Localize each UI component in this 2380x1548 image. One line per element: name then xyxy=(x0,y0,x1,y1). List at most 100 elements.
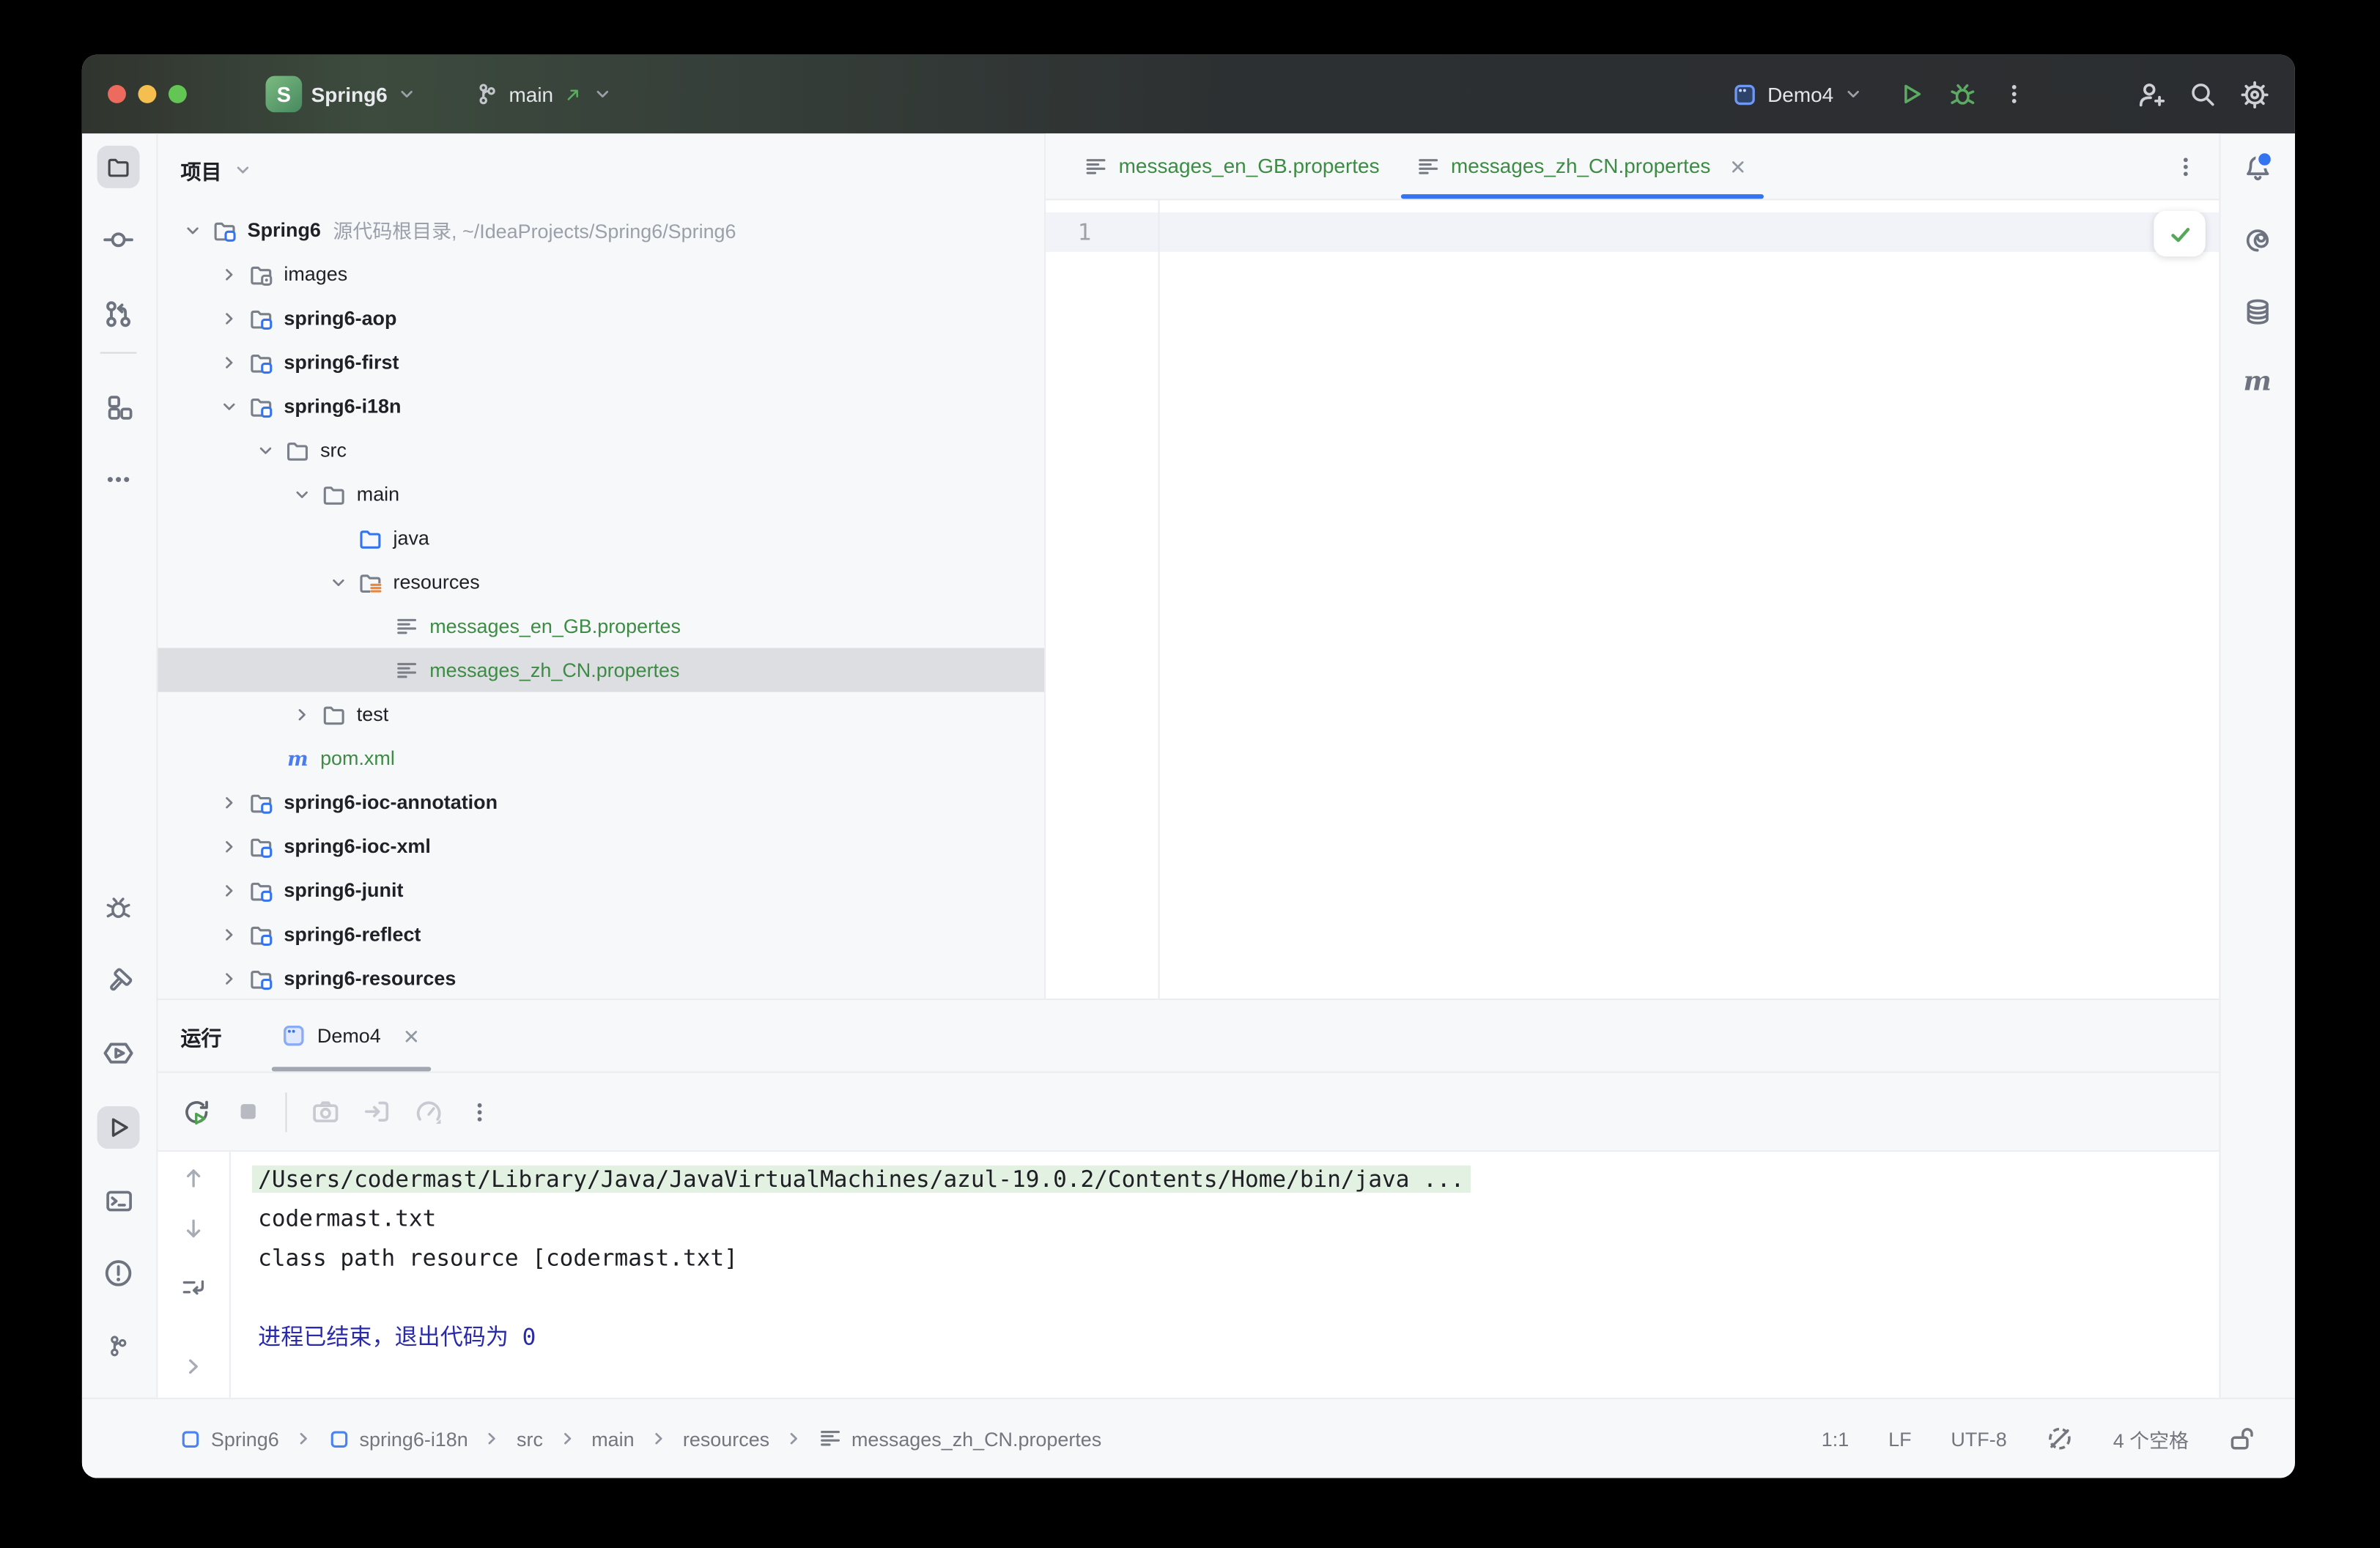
sidebar-item-ai-assistant[interactable] xyxy=(2236,218,2278,261)
run-tab-label: Demo4 xyxy=(317,1024,381,1047)
chevron-down-icon xyxy=(232,158,254,179)
attach-button[interactable] xyxy=(355,1090,398,1133)
sidebar-item-notifications[interactable] xyxy=(2236,146,2278,188)
sidebar-item-version-control[interactable] xyxy=(97,1325,140,1367)
breadcrumb-item-src[interactable]: src xyxy=(517,1427,543,1450)
debug-button[interactable] xyxy=(1940,71,1985,116)
sidebar-item-structure[interactable] xyxy=(97,385,140,428)
sidebar-item-terminal[interactable] xyxy=(97,1179,140,1221)
chevron-right-icon[interactable] xyxy=(212,791,246,812)
chevron-down-icon[interactable] xyxy=(212,396,246,417)
chevron-right-icon[interactable] xyxy=(212,352,246,373)
breadcrumb-item-spring6[interactable]: Spring6 xyxy=(179,1427,278,1450)
run-panel: 运行 Demo4 /Users/codermast/Library/Java/J… xyxy=(158,999,2219,1398)
tab-options-kebab-icon[interactable] xyxy=(2173,154,2198,178)
breadcrumb-item-resources[interactable]: resources xyxy=(683,1427,769,1450)
caret-position[interactable]: 1:1 xyxy=(1822,1427,1849,1450)
sidebar-item-services[interactable] xyxy=(97,1032,140,1075)
chevron-down-icon[interactable] xyxy=(322,571,355,593)
sidebar-item-problems[interactable] xyxy=(97,1252,140,1295)
chevron-right-icon[interactable] xyxy=(212,835,246,856)
chevron-right-icon xyxy=(783,1428,805,1449)
tree-row-spring6-aop[interactable]: spring6-aop xyxy=(158,296,1044,340)
console-output[interactable]: /Users/codermast/Library/Java/JavaVirtua… xyxy=(231,1152,2220,1398)
run-config-widget[interactable]: Demo4 xyxy=(1721,75,1876,114)
chevron-right-icon[interactable] xyxy=(212,923,246,944)
minimize-window-button[interactable] xyxy=(138,85,156,103)
console-line: codermast.txt xyxy=(258,1199,2219,1238)
tree-row-spring6-first[interactable]: spring6-first xyxy=(158,340,1044,384)
chevron-right-icon[interactable] xyxy=(212,968,246,989)
profiler-button[interactable] xyxy=(407,1090,449,1133)
search-icon xyxy=(2189,81,2216,108)
rerun-button[interactable] xyxy=(174,1090,217,1133)
editor-content[interactable]: 1 xyxy=(1046,200,2219,999)
analysis-off-widget[interactable] xyxy=(2047,1425,2074,1452)
sidebar-item-database[interactable] xyxy=(2236,290,2278,333)
indent-widget[interactable]: 4 个空格 xyxy=(2113,1424,2189,1453)
project-widget[interactable]: S Spring6 xyxy=(254,70,430,118)
breadcrumb-item-messages_zh_cnpropertes[interactable]: messages_zh_CN.propertes xyxy=(818,1426,1101,1451)
tree-row-images[interactable]: images xyxy=(158,252,1044,296)
tree-row-spring6-ioc-xml[interactable]: spring6-ioc-xml xyxy=(158,824,1044,868)
sidebar-item-more-tool-windows[interactable] xyxy=(97,459,140,501)
tree-row-resources[interactable]: resources xyxy=(158,560,1044,604)
project-panel-header[interactable]: 项目 xyxy=(158,133,1044,204)
run-tab-demo4[interactable]: Demo4 xyxy=(272,1000,431,1071)
sidebar-item-project[interactable] xyxy=(97,146,140,188)
tree-row-pomxml[interactable]: mpom.xml xyxy=(158,736,1044,780)
soft-wrap-button[interactable] xyxy=(173,1267,212,1307)
settings-button[interactable] xyxy=(2231,71,2277,116)
tree-row-spring6-junit[interactable]: spring6-junit xyxy=(158,868,1044,912)
zoom-window-button[interactable] xyxy=(169,85,187,103)
close-icon[interactable] xyxy=(401,1025,422,1046)
sidebar-item-pull-requests[interactable] xyxy=(97,293,140,336)
sidebar-item-run[interactable] xyxy=(97,1106,140,1149)
chevron-down-icon[interactable] xyxy=(176,219,210,240)
breadcrumb-item-spring6-i18n[interactable]: spring6-i18n xyxy=(328,1427,468,1450)
close-icon[interactable] xyxy=(1727,155,1748,177)
chevron-right-icon[interactable] xyxy=(212,879,246,900)
thread-dump-button[interactable] xyxy=(303,1090,346,1133)
sidebar-item-debug[interactable] xyxy=(97,886,140,929)
breadcrumb-item-main[interactable]: main xyxy=(591,1427,634,1450)
chevron-right-icon[interactable] xyxy=(285,703,319,725)
up-arrow-button[interactable] xyxy=(173,1158,212,1197)
tree-row-spring6-ioc-annotation[interactable]: spring6-ioc-annotation xyxy=(158,780,1044,824)
chevron-down-icon[interactable] xyxy=(249,440,283,461)
line-separator[interactable]: LF xyxy=(1888,1427,1911,1450)
tree-row-java[interactable]: java xyxy=(158,516,1044,560)
editor-tab-2[interactable]: messages_zh_CN.propertes xyxy=(1397,133,1767,199)
stop-button[interactable] xyxy=(226,1090,269,1133)
code-with-me-button[interactable] xyxy=(2128,71,2173,116)
readonly-toggle[interactable] xyxy=(2228,1425,2255,1452)
sidebar-item-commit[interactable] xyxy=(97,218,140,261)
chev-right-c-button[interactable] xyxy=(173,1346,212,1385)
tree-row-messages_en_gbpropertes[interactable]: messages_en_GB.propertes xyxy=(158,604,1044,648)
tree-row-main[interactable]: main xyxy=(158,472,1044,516)
more-actions-button[interactable] xyxy=(1992,71,2037,116)
chevron-right-icon[interactable] xyxy=(212,263,246,284)
sidebar-item-build[interactable] xyxy=(97,959,140,1001)
branch-widget[interactable]: main xyxy=(463,76,624,113)
svg-text:m: m xyxy=(287,747,308,770)
chevron-down-icon[interactable] xyxy=(285,484,319,505)
sidebar-item-maven[interactable]: m xyxy=(2236,360,2278,402)
tree-row-src[interactable]: src xyxy=(158,428,1044,472)
chevron-right-icon[interactable] xyxy=(212,307,246,328)
run-button[interactable] xyxy=(1888,71,1934,116)
search-everywhere-button[interactable] xyxy=(2180,71,2225,116)
editor-tab-1[interactable]: messages_en_GB.propertes xyxy=(1065,133,1397,199)
tree-row-spring6-i18n[interactable]: spring6-i18n xyxy=(158,384,1044,428)
tree-row-messages_zh_cnpropertes[interactable]: messages_zh_CN.propertes xyxy=(158,648,1044,692)
close-window-button[interactable] xyxy=(108,85,126,103)
tree-row-test[interactable]: test xyxy=(158,692,1044,736)
tree-row-spring6[interactable]: Spring6源代码根目录, ~/IdeaProjects/Spring6/Sp… xyxy=(158,208,1044,252)
tree-row-spring6-resources[interactable]: spring6-resources xyxy=(158,956,1044,999)
tree-row-spring6-reflect[interactable]: spring6-reflect xyxy=(158,912,1044,956)
more-button[interactable] xyxy=(459,1090,501,1133)
module-folder-icon xyxy=(246,966,276,990)
file-encoding[interactable]: UTF-8 xyxy=(1951,1427,2006,1450)
inspections-widget[interactable] xyxy=(2154,211,2205,256)
down-arrow-button[interactable] xyxy=(173,1208,212,1248)
